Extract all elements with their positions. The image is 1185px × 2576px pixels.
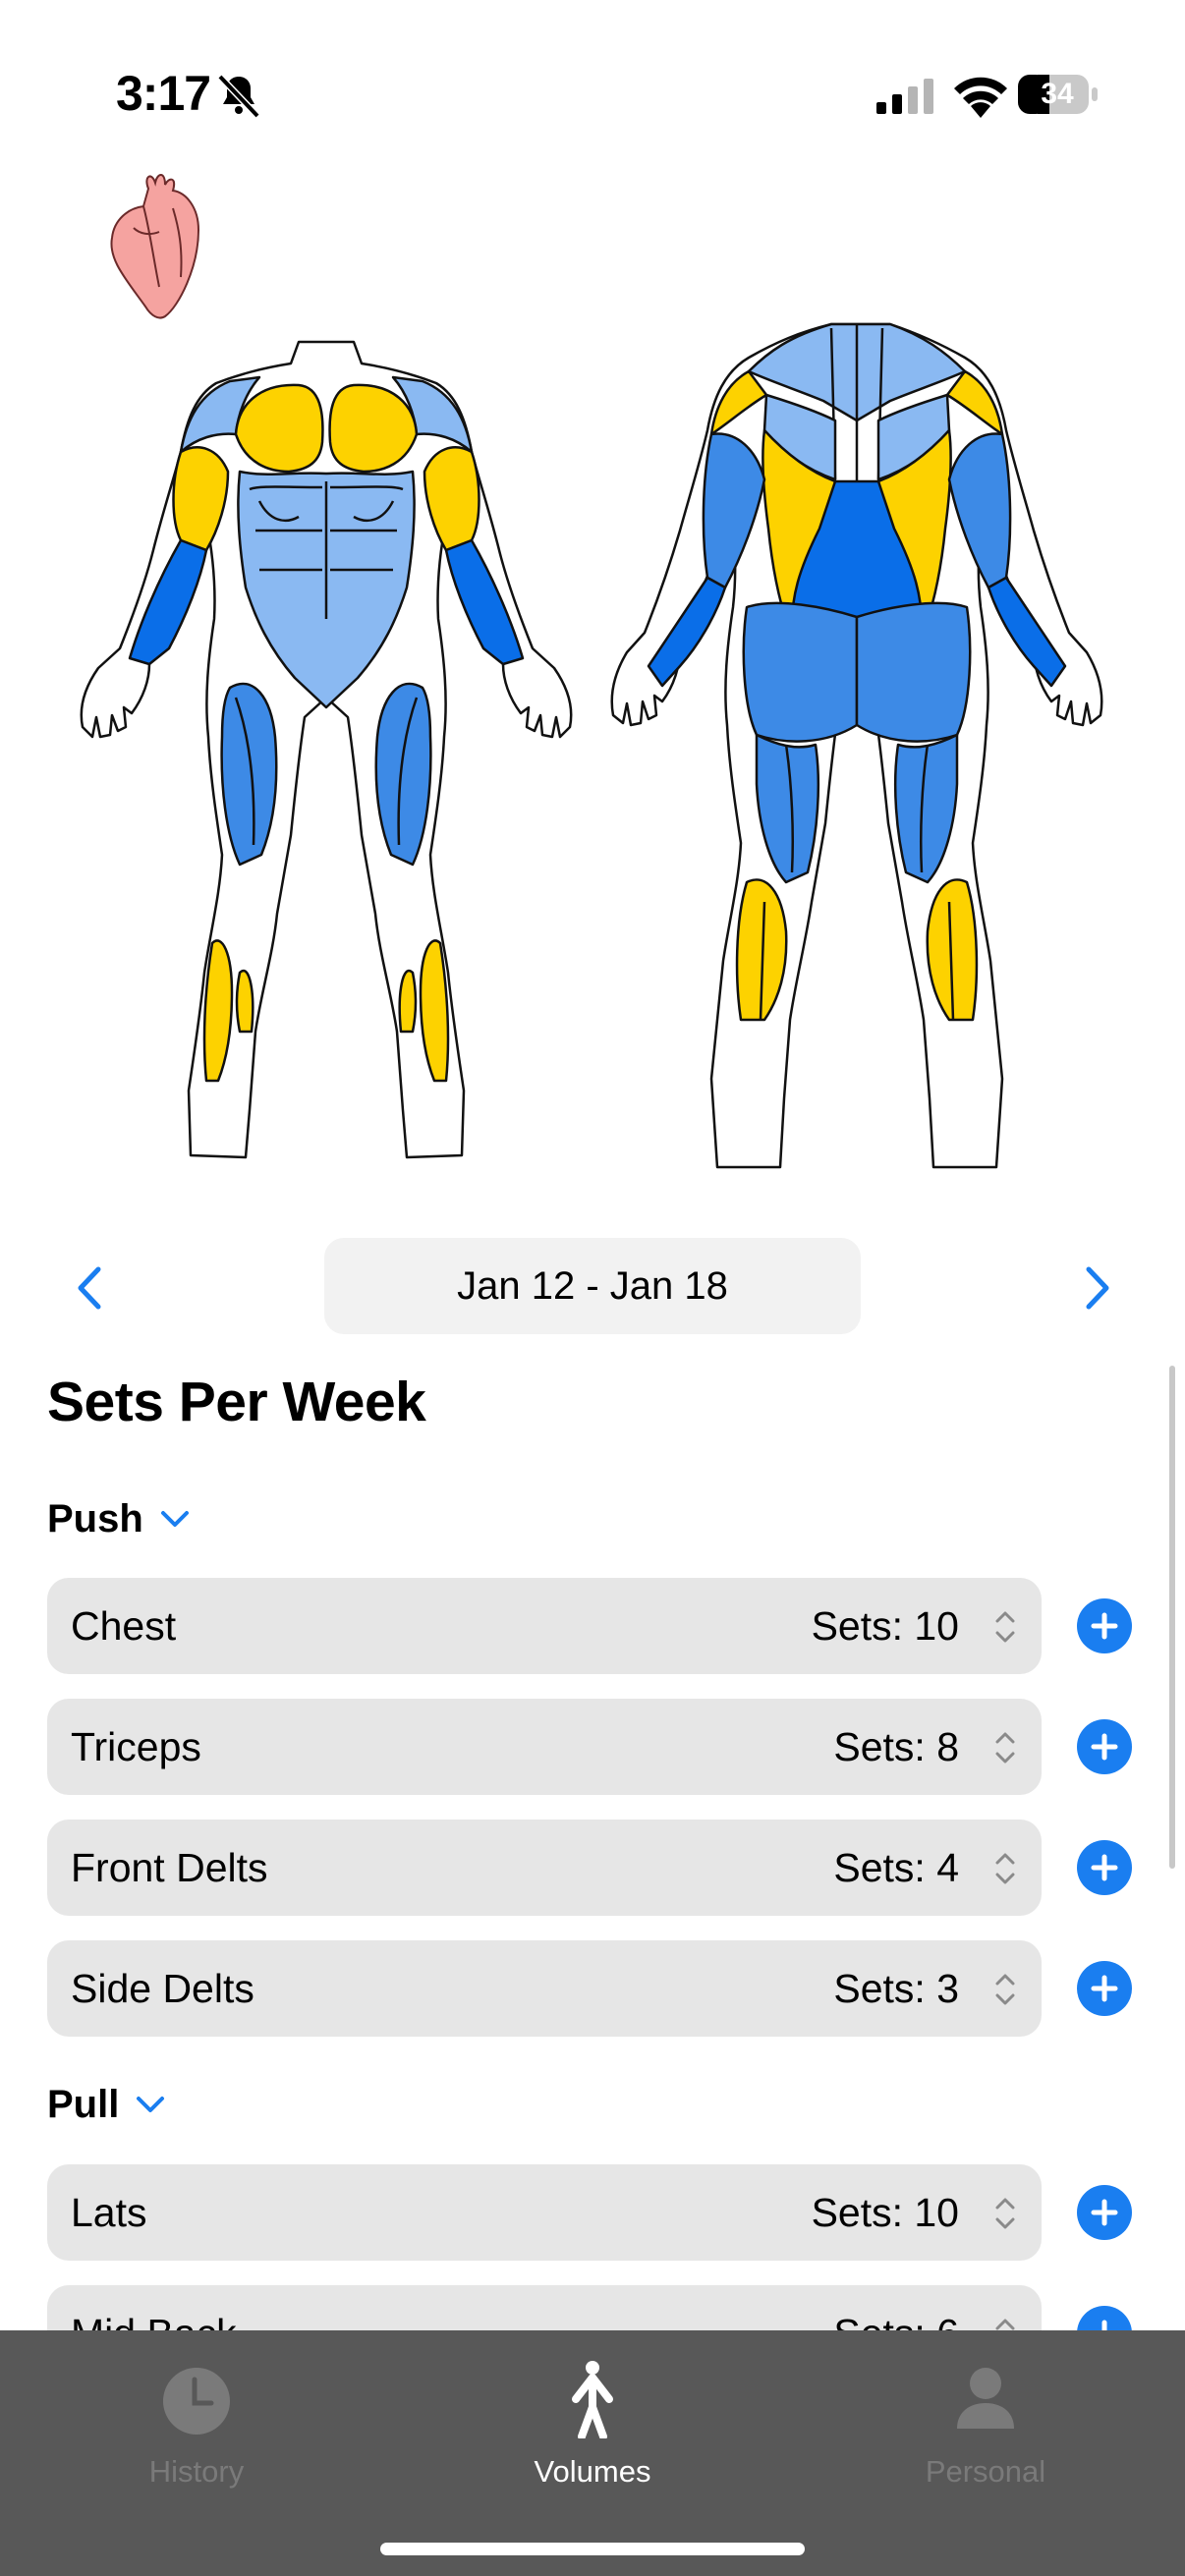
week-range-label: Jan 12 - Jan 18 <box>457 1263 728 1308</box>
person-figure-icon <box>572 2361 613 2438</box>
sets-value[interactable]: Sets: 8 <box>833 1699 959 1795</box>
page-title: Sets Per Week <box>47 1371 426 1433</box>
group-label: Push <box>47 1497 143 1540</box>
person-icon <box>957 2368 1014 2429</box>
tab-label: Volumes <box>534 2454 651 2489</box>
cellular-signal-icon <box>876 79 933 114</box>
wifi-icon <box>954 77 1007 118</box>
tab-label: History <box>148 2454 245 2489</box>
add-set-button[interactable] <box>1077 1961 1132 2016</box>
chevron-down-icon <box>160 1510 189 1527</box>
stepper-icon[interactable] <box>992 1607 1018 1647</box>
chevron-down-icon <box>137 2096 165 2112</box>
chevron-right-icon[interactable] <box>1075 1263 1118 1313</box>
muscle-row-triceps: Triceps Sets: 8 <box>47 1699 1042 1795</box>
sets-value[interactable]: Sets: 10 <box>812 1578 959 1674</box>
tab-label: Personal <box>925 2454 1046 2489</box>
sets-value[interactable]: Sets: 10 <box>812 2164 959 2261</box>
plus-icon <box>1091 2199 1118 2226</box>
muscle-row-lats: Lats Sets: 10 <box>47 2164 1042 2261</box>
add-set-button[interactable] <box>1077 1840 1132 1895</box>
battery-level: 34 <box>1041 78 1074 110</box>
tab-volumes[interactable]: Volumes <box>445 2350 740 2547</box>
muscle-row-side-delts: Side Delts Sets: 3 <box>47 1940 1042 2037</box>
chevron-left-icon[interactable] <box>69 1263 112 1313</box>
stepper-icon[interactable] <box>992 1849 1018 1888</box>
muscle-name: Triceps <box>71 1724 201 1769</box>
plus-icon <box>1091 1854 1118 1881</box>
bell-muted-icon <box>217 74 260 119</box>
sets-value[interactable]: Sets: 4 <box>833 1820 959 1916</box>
muscle-row-chest: Chest Sets: 10 <box>47 1578 1042 1674</box>
tab-personal[interactable]: Personal <box>838 2350 1133 2547</box>
stepper-icon[interactable] <box>992 1970 1018 2009</box>
group-header-pull[interactable]: Pull <box>47 2083 166 2127</box>
muscle-name: Front Delts <box>71 1845 268 1890</box>
muscle-name: Chest <box>71 1603 177 1649</box>
stepper-icon[interactable] <box>992 2194 1018 2233</box>
clock-icon <box>163 2368 230 2435</box>
plus-icon <box>1091 1733 1118 1761</box>
add-set-button[interactable] <box>1077 2185 1132 2240</box>
group-label: Pull <box>47 2083 120 2126</box>
home-indicator[interactable] <box>380 2543 805 2555</box>
status-time: 3:17 <box>116 66 211 121</box>
heart-icon[interactable] <box>104 169 212 320</box>
muscle-row-front-delts: Front Delts Sets: 4 <box>47 1820 1042 1916</box>
add-set-button[interactable] <box>1077 1719 1132 1774</box>
tab-bar: History Volumes Personal <box>0 2330 1185 2576</box>
group-header-push[interactable]: Push <box>47 1497 191 1541</box>
status-bar: 3:17 34 <box>0 0 1185 147</box>
body-back-diagram[interactable] <box>599 312 1112 1177</box>
plus-icon <box>1091 1612 1118 1640</box>
body-front-diagram[interactable] <box>63 324 590 1179</box>
week-range-button[interactable]: Jan 12 - Jan 18 <box>324 1238 861 1334</box>
muscle-name: Side Delts <box>71 1966 254 2011</box>
tab-history[interactable]: History <box>49 2350 344 2547</box>
sets-value[interactable]: Sets: 3 <box>833 1940 959 2037</box>
add-set-button[interactable] <box>1077 1598 1132 1653</box>
muscle-name: Lats <box>71 2190 147 2235</box>
scroll-indicator[interactable] <box>1169 1366 1175 1869</box>
stepper-icon[interactable] <box>992 1728 1018 1767</box>
plus-icon <box>1091 1975 1118 2002</box>
